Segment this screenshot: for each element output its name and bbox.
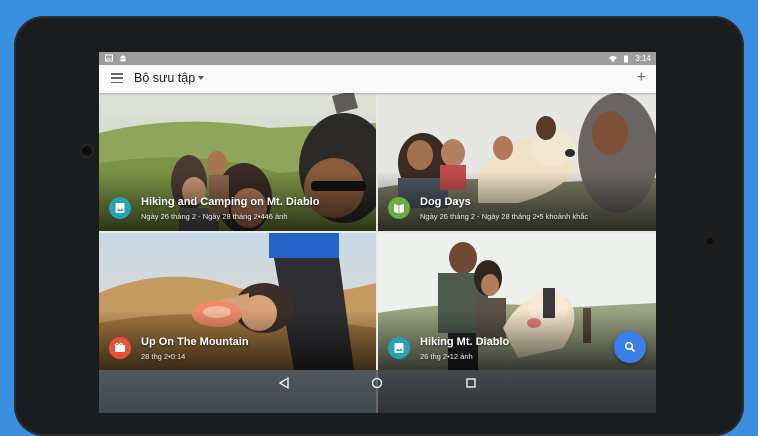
battery-icon <box>624 55 629 62</box>
screen: 3:14 Bộ sưu tập + Hiking and Camping on … <box>99 52 656 413</box>
book-icon <box>394 204 404 214</box>
add-icon[interactable]: + <box>637 70 646 86</box>
image-notification-icon <box>105 54 113 62</box>
album-subtitle: Ngày 26 tháng 2 - Ngày 28 tháng 2•5 khoả… <box>420 212 589 221</box>
photo-album-icon <box>115 203 125 213</box>
album-title: Dog Days <box>420 196 471 208</box>
album-badge <box>109 337 131 359</box>
movie-icon <box>114 342 125 352</box>
page-title: Bộ sưu tập <box>134 71 196 85</box>
status-bar: 3:14 <box>99 52 656 65</box>
recents-icon[interactable] <box>464 376 478 390</box>
album-card-2[interactable]: Dog Days Ngày 26 tháng 2 - Ngày 28 tháng… <box>378 93 656 231</box>
back-icon[interactable] <box>277 376 291 390</box>
android-notification-icon <box>120 55 126 62</box>
search-button[interactable] <box>614 331 646 363</box>
album-subtitle: 28 thg 2•0:14 <box>141 352 186 361</box>
hamburger-menu-icon[interactable] <box>111 73 123 85</box>
status-time: 3:14 <box>635 54 651 63</box>
dropdown-caret-icon[interactable] <box>198 76 204 80</box>
light-sensor <box>707 238 713 244</box>
album-title: Hiking Mt. Diablo <box>420 336 510 348</box>
album-title: Up On The Mountain <box>141 336 249 348</box>
front-camera <box>82 146 92 156</box>
album-card-3[interactable]: Up On The Mountain 28 thg 2•0:14 <box>99 233 376 370</box>
photo-album-icon <box>394 343 404 353</box>
app-bar: Bộ sưu tập + <box>99 65 656 93</box>
album-subtitle: Ngày 26 tháng 2 - Ngày 28 tháng 2•446 ản… <box>141 212 288 221</box>
home-icon[interactable] <box>370 376 384 390</box>
album-subtitle: 26 thg 2•12 ảnh <box>420 352 473 361</box>
album-badge <box>109 197 131 219</box>
album-title: Hiking and Camping on Mt. Diablo <box>141 196 320 208</box>
album-badge <box>388 337 410 359</box>
wifi-icon <box>609 55 618 62</box>
system-nav-bar <box>99 370 656 413</box>
album-card-1[interactable]: Hiking and Camping on Mt. Diablo Ngày 26… <box>99 93 376 231</box>
album-badge <box>388 197 410 219</box>
search-icon <box>624 341 636 353</box>
